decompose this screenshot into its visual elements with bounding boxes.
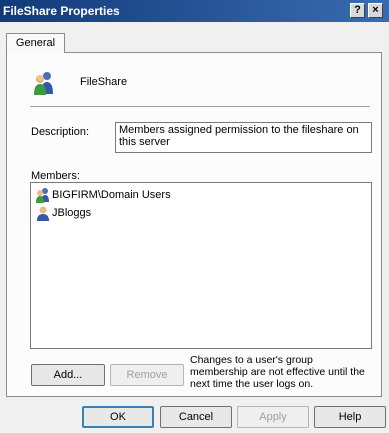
description-field[interactable]: Members assigned permission to the files… <box>115 122 372 153</box>
group-icon <box>34 72 53 95</box>
ok-button[interactable]: OK <box>82 406 154 428</box>
membership-note: Changes to a user's group membership are… <box>190 354 365 390</box>
apply-button[interactable]: Apply <box>237 406 309 428</box>
help-button[interactable]: ? <box>350 3 365 18</box>
object-name: FileShare <box>80 76 128 88</box>
remove-button[interactable]: Remove <box>110 364 184 386</box>
members-list[interactable]: BIGFIRM\Domain Users JBloggs <box>30 182 372 349</box>
tab-general[interactable]: General <box>6 33 65 53</box>
group-icon <box>36 188 49 203</box>
members-label: Members: <box>31 170 80 182</box>
cancel-button[interactable]: Cancel <box>160 406 232 428</box>
divider <box>30 106 370 108</box>
window-title: FileShare Properties <box>3 4 120 18</box>
description-label: Description: <box>31 126 90 138</box>
member-name: BIGFIRM\Domain Users <box>52 189 171 201</box>
add-button[interactable]: Add... <box>31 364 105 386</box>
member-name: JBloggs <box>52 207 92 219</box>
title-bar: FileShare Properties ? × <box>0 0 389 22</box>
user-icon <box>37 206 49 221</box>
help-dialog-button[interactable]: Help <box>314 406 386 428</box>
close-button[interactable]: × <box>368 3 383 18</box>
